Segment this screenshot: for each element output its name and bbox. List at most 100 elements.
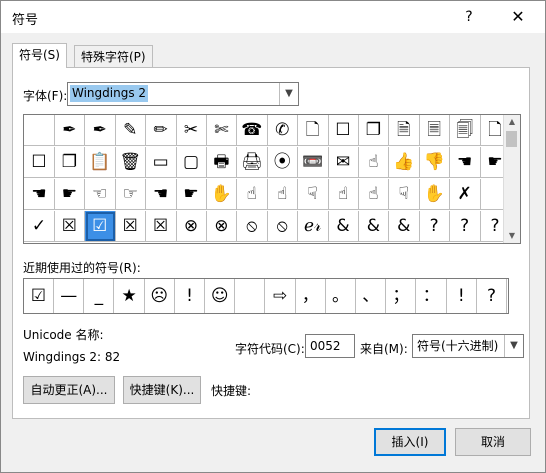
chevron-down-icon[interactable]: ▼ (279, 83, 298, 105)
recent-symbols-label: 近期使用过的符号(R): (23, 261, 141, 275)
symbol-cell[interactable]: ✂ (176, 115, 207, 146)
symbol-cell[interactable]: ⊗ (206, 211, 238, 242)
symbol-cell[interactable]: ☜ (84, 179, 116, 210)
from-value: 符号(十六进制) (417, 339, 499, 353)
symbol-cell[interactable]: ✆ (267, 115, 299, 146)
symbol-cell[interactable]: ✒ (54, 115, 86, 146)
recent-symbol-cell[interactable]: ， (296, 279, 326, 313)
recent-symbol-cell[interactable]: — (54, 279, 85, 313)
symbol-cell[interactable]: ☒ (145, 211, 177, 242)
scroll-down-icon[interactable]: ▼ (504, 229, 520, 243)
symbol-cell[interactable]: ☟ (297, 179, 329, 210)
recent-symbol-cell[interactable]: ? (477, 279, 507, 313)
symbol-cell[interactable]: ✏ (145, 115, 177, 146)
symbol-cell[interactable]: 👎 (419, 147, 451, 178)
symbol-cell[interactable]: ⦿ (267, 147, 299, 178)
symbol-cell[interactable]: ▢ (176, 147, 207, 178)
recent-symbol-cell[interactable]: ： (417, 279, 447, 313)
symbol-cell[interactable]: ☐ (24, 147, 55, 178)
scroll-up-icon[interactable]: ▲ (504, 115, 520, 129)
symbol-cell[interactable]: ? (419, 211, 451, 242)
recent-symbol-cell[interactable]: ☺ (205, 279, 236, 313)
symbol-cell[interactable]: 🗎 (388, 115, 420, 146)
symbol-cell[interactable]: ⊗ (176, 211, 207, 242)
symbol-cell[interactable]: ☎ (236, 115, 268, 146)
tab-special-characters[interactable]: 特殊字符(P) (74, 45, 153, 68)
recent-symbol-cell[interactable]: ★ (115, 279, 145, 313)
recent-symbol-cell[interactable]: ☹ (145, 279, 175, 313)
recent-symbol-cell[interactable]: 、 (356, 279, 387, 313)
symbol-cell[interactable]: 📋 (84, 147, 116, 178)
chevron-down-icon[interactable]: ▼ (504, 335, 523, 357)
symbol-cell[interactable]: ☚ (145, 179, 177, 210)
recent-symbol-cell[interactable]: ! (447, 279, 477, 313)
symbol-cell[interactable]: ✎ (115, 115, 147, 146)
symbol-cell[interactable]: ✒ (84, 115, 116, 146)
from-select[interactable]: 符号(十六进制) ▼ (412, 334, 524, 358)
font-label: 字体(F): (23, 89, 68, 103)
scroll-thumb[interactable] (506, 131, 517, 147)
autocorrect-button[interactable]: 自动更正(A)... (23, 376, 115, 404)
symbol-cell[interactable]: ☒ (115, 211, 147, 242)
from-label: 来自(M): (360, 342, 408, 356)
symbol-cell[interactable]: ✄ (206, 115, 238, 146)
insert-button[interactable]: 插入(I) (374, 428, 446, 456)
symbol-cell[interactable]: ▭ (145, 147, 177, 178)
font-select[interactable]: Wingdings 2 ▼ (67, 82, 299, 106)
symbol-cell[interactable]: ⦸ (236, 211, 268, 242)
symbol-cell[interactable]: ⦸ (267, 211, 299, 242)
symbol-cell[interactable]: ❐ (54, 147, 86, 178)
symbol-cell[interactable] (24, 115, 55, 146)
symbol-cell[interactable]: 👍 (388, 147, 420, 178)
shortcut-key-button[interactable]: 快捷键(K)... (123, 376, 201, 404)
title-bar: 符号 ? ✕ (1, 1, 545, 33)
grid-scrollbar[interactable]: ▲ ▼ (503, 115, 520, 243)
close-button[interactable]: ✕ (506, 7, 530, 27)
symbol-cell[interactable]: 🖶 (206, 147, 238, 178)
symbol-cell[interactable]: ✉ (328, 147, 359, 178)
symbol-cell[interactable]: ℯ𝓇 (297, 211, 329, 242)
symbol-cell[interactable]: ❐ (358, 115, 390, 146)
symbol-cell[interactable]: 🗋 (297, 115, 329, 146)
symbol-cell[interactable]: ☝ (328, 179, 359, 210)
symbol-cell[interactable]: & (358, 211, 390, 242)
symbol-cell[interactable]: ☞ (115, 179, 147, 210)
font-value: Wingdings 2 (70, 85, 149, 102)
symbol-cell[interactable]: ☐ (328, 115, 359, 146)
symbol-cell[interactable]: ✋ (419, 179, 451, 210)
symbol-cell[interactable]: ☚ (449, 147, 481, 178)
symbol-cell[interactable]: ☛ (176, 179, 207, 210)
recent-symbol-cell[interactable] (235, 279, 266, 313)
symbol-cell[interactable]: ☝ (267, 179, 299, 210)
recent-symbol-cell[interactable]: _ (84, 279, 115, 313)
help-button[interactable]: ? (457, 7, 481, 27)
symbol-cell[interactable]: ☝ (236, 179, 268, 210)
recent-symbol-cell[interactable]: ! (175, 279, 205, 313)
symbol-cell[interactable]: ✗ (449, 179, 481, 210)
recent-symbol-cell[interactable]: ⇨ (266, 279, 296, 313)
symbol-cell[interactable]: 🗏 (419, 115, 451, 146)
shortcut-label: 快捷键: (211, 384, 252, 398)
char-code-input[interactable]: 0052 (305, 334, 355, 358)
symbol-cell[interactable]: ✋ (206, 179, 238, 210)
recent-symbol-cell[interactable]: ； (386, 279, 417, 313)
symbol-cell[interactable]: ✓ (24, 211, 55, 242)
symbol-cell[interactable]: ☑ (84, 211, 116, 242)
symbol-cell[interactable]: 📼 (297, 147, 329, 178)
tab-symbols[interactable]: 符号(S) (12, 43, 67, 68)
symbol-cell[interactable]: ☛ (54, 179, 86, 210)
cancel-button[interactable]: 取消 (455, 428, 531, 456)
symbol-cell[interactable]: ? (449, 211, 481, 242)
symbol-cell[interactable]: ☝ (358, 179, 390, 210)
symbol-cell[interactable]: & (388, 211, 420, 242)
symbol-cell[interactable]: & (328, 211, 359, 242)
recent-symbol-cell[interactable]: ☑ (24, 279, 54, 313)
symbol-cell[interactable]: ☟ (388, 179, 420, 210)
symbol-cell[interactable]: 🗑 (115, 147, 147, 178)
symbol-cell[interactable]: ☝ (358, 147, 390, 178)
symbol-cell[interactable]: 🗐 (449, 115, 481, 146)
symbol-cell[interactable]: 🖨 (236, 147, 268, 178)
symbol-cell[interactable]: ☒ (54, 211, 86, 242)
recent-symbol-cell[interactable]: 。 (326, 279, 356, 313)
symbol-cell[interactable]: ☚ (24, 179, 55, 210)
